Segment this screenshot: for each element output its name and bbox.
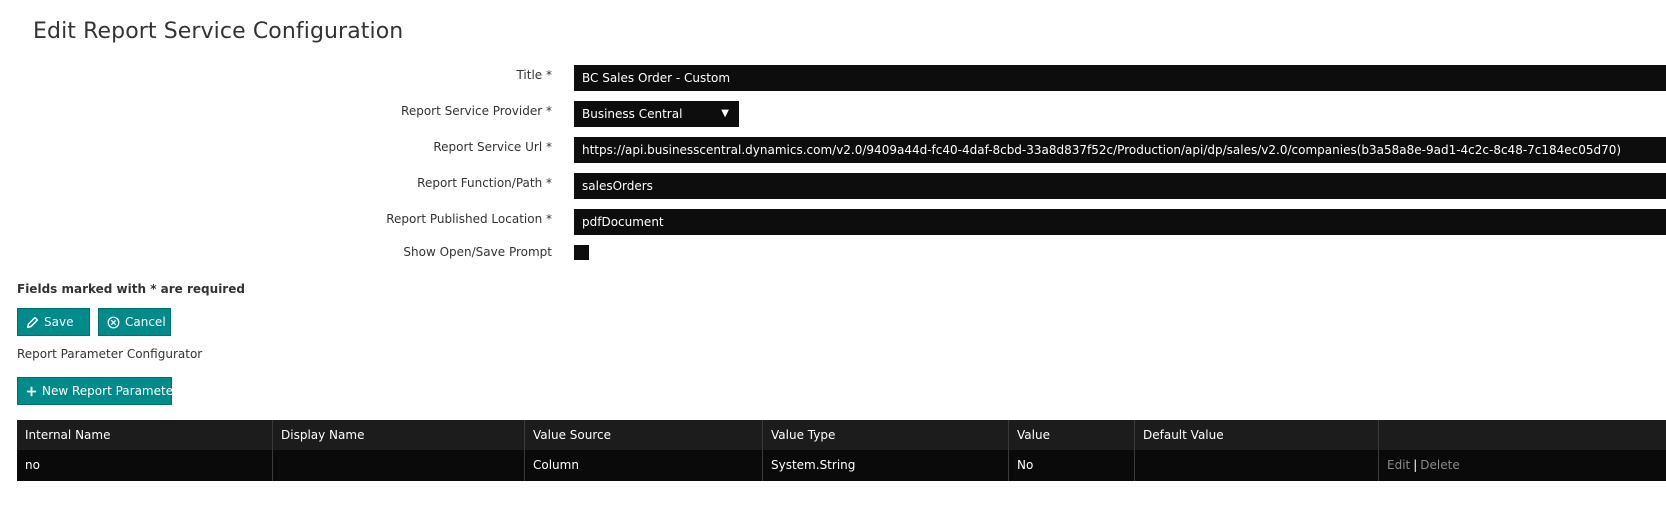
table-row: no Column System.String No Edit | Delete [17,450,1666,481]
cell-actions: Edit | Delete [1379,450,1666,481]
column-header-actions [1379,420,1666,450]
column-header-value-source[interactable]: Value Source [525,420,763,450]
location-input[interactable]: pdfDocument [574,209,1666,235]
function-label: Report Function/Path * [417,176,552,190]
column-header-default-value[interactable]: Default Value [1135,420,1379,450]
url-row: Report Service Url * https://api.busines… [0,137,1666,163]
new-report-parameter-button[interactable]: New Report Parameter [17,377,178,405]
title-label: Title * [516,68,552,82]
function-row: Report Function/Path * salesOrders [0,173,1666,199]
prompt-row: Show Open/Save Prompt [0,241,1666,267]
location-label: Report Published Location * [386,212,552,226]
cell-value: No [1009,450,1135,481]
url-input[interactable]: https://api.businesscentral.dynamics.com… [574,137,1666,163]
cell-value-source: Column [525,450,763,481]
plus-icon [26,386,37,397]
cancel-button[interactable]: Cancel [98,308,171,336]
column-header-value[interactable]: Value [1009,420,1135,450]
cell-value-type: System.String [763,450,1009,481]
save-button-label: Save [44,315,74,329]
action-separator: | [1413,458,1418,472]
delete-link[interactable]: Delete [1420,458,1459,472]
prompt-checkbox[interactable] [574,245,589,260]
function-input[interactable]: salesOrders [574,173,1666,199]
save-button[interactable]: Save [17,308,90,336]
page-title: Edit Report Service Configuration [33,19,404,44]
location-row: Report Published Location * pdfDocument [0,209,1666,235]
grid-header: Internal Name Display Name Value Source … [17,420,1666,450]
edit-link[interactable]: Edit [1387,458,1410,472]
title-row: Title * BC Sales Order - Custom [0,65,1666,91]
url-label: Report Service Url * [433,140,552,154]
pencil-icon [26,316,39,329]
cell-display-name [273,450,525,481]
required-note: Fields marked with * are required [17,282,245,296]
cancel-circle-icon [107,316,120,329]
cell-internal-name: no [17,450,273,481]
new-report-parameter-label: New Report Parameter [42,384,179,398]
provider-label: Report Service Provider * [401,104,552,118]
column-header-display-name[interactable]: Display Name [273,420,525,450]
cell-default-value [1135,450,1379,481]
chevron-down-icon: ▼ [721,108,729,119]
provider-row: Report Service Provider * Business Centr… [0,101,1666,127]
provider-select-value: Business Central [582,107,683,121]
column-header-internal-name[interactable]: Internal Name [17,420,273,450]
provider-select[interactable]: Business Central ▼ [574,101,739,127]
column-header-value-type[interactable]: Value Type [763,420,1009,450]
section-label: Report Parameter Configurator [17,347,203,361]
parameter-grid: Internal Name Display Name Value Source … [17,420,1666,481]
cancel-button-label: Cancel [125,315,166,329]
title-input[interactable]: BC Sales Order - Custom [574,65,1666,91]
prompt-label: Show Open/Save Prompt [403,245,552,259]
